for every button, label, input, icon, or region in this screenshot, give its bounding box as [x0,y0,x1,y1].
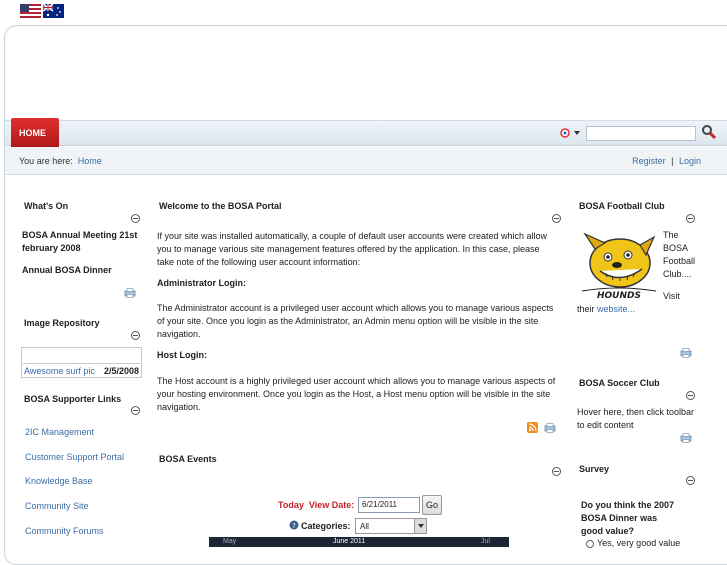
au-flag-icon[interactable] [43,4,64,18]
collapse-icon[interactable] [686,476,695,485]
supporter-link[interactable]: 2IC Management [25,427,94,437]
view-date-input[interactable]: 6/21/2011 [358,497,420,513]
us-flag-icon[interactable] [20,4,41,18]
football-website-link[interactable]: website... [597,304,635,314]
view-date-label: View Date: [308,500,355,510]
admin-text: The Administrator account is a privilege… [157,303,554,339]
today-link: Today View Date: [278,500,354,510]
survey-option-label: Yes, very good value [597,538,681,548]
football-their: their [577,304,595,314]
hounds-logo: HOUNDS [581,232,657,301]
collapse-icon[interactable] [131,406,140,415]
soccer-title: BOSA Soccer Club [579,378,660,388]
host-heading: Host Login: [157,350,207,360]
football-visit: Visit [663,291,680,301]
print-icon[interactable] [544,423,556,433]
rss-icon[interactable] [527,422,538,433]
categories-select[interactable]: All [355,518,427,534]
main-navbar: HOME [5,118,727,147]
whats-on-item[interactable]: Annual BOSA Dinner [22,264,144,277]
categories-label: Categories: [301,521,351,531]
collapse-icon[interactable] [686,391,695,400]
supporter-link[interactable]: Community Site [25,501,89,511]
search-engine-icon [560,128,570,138]
soccer-text[interactable]: Hover here, then click toolbar to edit c… [577,406,699,432]
image-repo-table: Awesome surf pic 2/5/2008 [21,347,142,378]
logo-text: HOUNDS [597,291,641,301]
image-repo-row: Awesome surf pic 2/5/2008 [23,363,140,376]
welcome-intro: If your site was installed automatically… [157,231,548,267]
help-icon[interactable]: ? [289,520,299,530]
host-text: The Host account is a highly privileged … [157,376,556,412]
collapse-icon[interactable] [131,331,140,340]
welcome-title: Welcome to the BOSA Portal [159,201,282,211]
print-icon[interactable] [124,288,136,298]
today-link-label[interactable]: Today [278,500,304,510]
search-engine-select[interactable] [560,128,580,138]
survey-question: Do you think the 2007 BOSA Dinner was go… [581,500,675,536]
collapse-icon[interactable] [552,467,561,476]
breadcrumb-bar: You are here: Home Register | Login [5,147,727,175]
image-link[interactable]: Awesome surf pic [24,366,95,376]
collapse-icon[interactable] [131,214,140,223]
survey-radio[interactable] [586,539,594,548]
survey-title: Survey [579,464,610,474]
whats-on-title: What's On [24,201,69,211]
categories-value: All [360,522,369,531]
admin-heading: Administrator Login: [157,278,246,288]
supporter-link[interactable]: Knowledge Base [25,476,93,486]
go-button[interactable]: Go [422,495,442,515]
image-date: 2/5/2008 [104,366,140,376]
calendar-header: May June 2011 Jul [209,537,509,547]
collapse-icon[interactable] [552,214,561,223]
chevron-down-icon [574,131,580,135]
search-input[interactable] [586,126,696,141]
breadcrumb-prefix: You are here: [19,156,73,166]
survey-option[interactable]: Yes, very good value [586,538,680,548]
search-icon[interactable] [701,124,717,140]
supporter-link[interactable]: Community Forums [25,526,104,536]
breadcrumb-home-link[interactable]: Home [78,156,102,166]
football-title: BOSA Football Club [579,201,665,211]
language-flags [20,4,64,18]
football-text: The BOSA Football Club.... [663,230,696,279]
svg-text:?: ? [292,522,296,530]
calendar-month-title: June 2011 [333,538,366,545]
football-website-line: their website... [577,304,635,314]
nav-home-tab[interactable]: HOME [11,118,59,147]
register-link[interactable]: Register [632,156,666,166]
supporter-links-title: BOSA Supporter Links [24,394,122,404]
print-icon[interactable] [680,433,692,443]
calendar-next-month[interactable]: Jul [481,538,490,545]
account-links: Register | Login [632,156,701,166]
link-separator: | [671,156,674,166]
whats-on-item[interactable]: BOSA Annual Meeting 21st february 2008 [22,229,144,255]
collapse-icon[interactable] [686,214,695,223]
calendar-prev-month[interactable]: May [223,538,236,545]
login-link[interactable]: Login [679,156,701,166]
breadcrumb: You are here: Home [19,156,102,166]
supporter-link[interactable]: Customer Support Portal [25,452,124,462]
events-title: BOSA Events [159,454,217,464]
chevron-down-icon [414,519,426,533]
image-repo-title: Image Repository [24,318,100,328]
print-icon[interactable] [680,348,692,358]
